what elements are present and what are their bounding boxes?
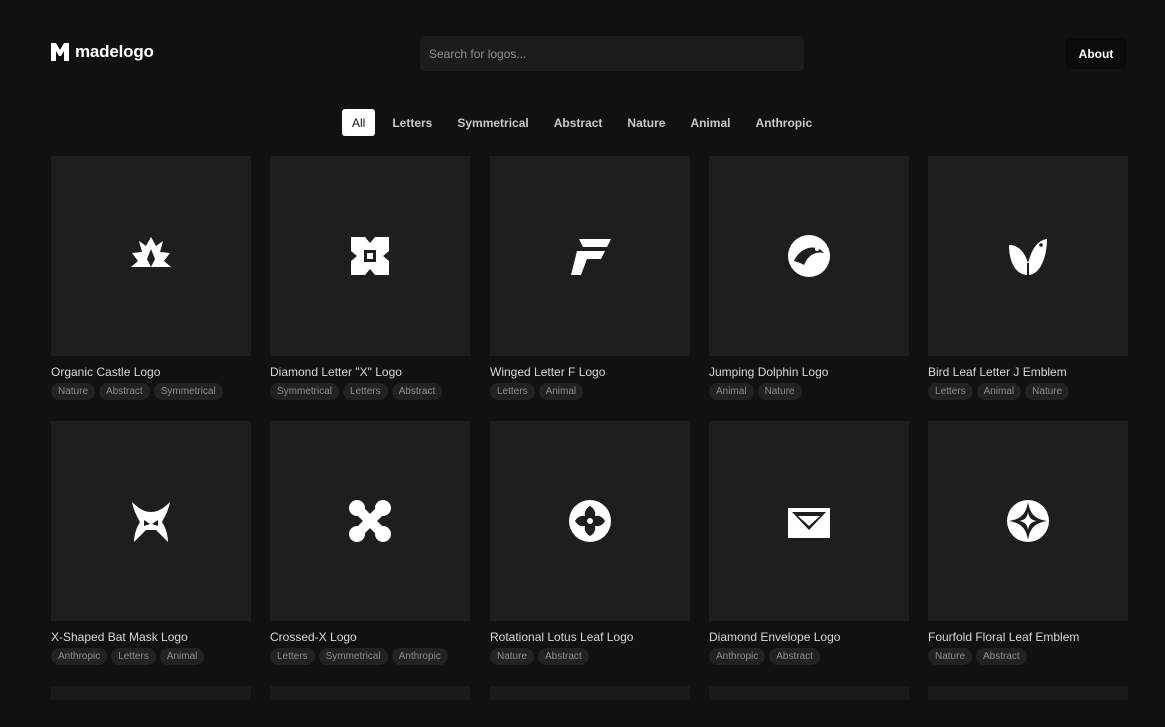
logo-thumbnail[interactable] — [270, 421, 470, 621]
tag-letters[interactable]: Letters — [343, 383, 388, 400]
tag-letters[interactable]: Letters — [490, 383, 535, 400]
tag-nature[interactable]: Nature — [51, 383, 96, 400]
tag-symmetrical[interactable]: Symmetrical — [270, 383, 340, 400]
tag-letters[interactable]: Letters — [111, 648, 156, 665]
tag-abstract[interactable]: Abstract — [99, 383, 150, 400]
logo-tags: Anthropic Letters Animal — [51, 648, 251, 665]
tag-anthropic[interactable]: Anthropic — [709, 648, 766, 665]
card-partial — [709, 686, 909, 700]
diamond-x-icon — [351, 237, 389, 275]
tag-anthropic[interactable]: Anthropic — [51, 648, 108, 665]
logo-card[interactable]: Crossed-X Logo Letters Symmetrical Anthropi… — [270, 421, 470, 665]
logo-title[interactable]: Fourfold Floral Leaf Emblem — [928, 630, 1128, 644]
logo-title[interactable]: Diamond Letter "X" Logo — [270, 365, 470, 379]
logo-tags: Symmetrical Letters Abstract — [270, 383, 470, 400]
madelogo-logo-icon — [51, 43, 69, 61]
logo-title[interactable]: Crossed-X Logo — [270, 630, 470, 644]
filter-tab-symmetrical[interactable]: Symmetrical — [449, 109, 536, 136]
logo-tags: Nature Abstract — [490, 648, 690, 665]
logo-thumbnail[interactable] — [490, 156, 690, 356]
logo-card[interactable]: Diamond Envelope Logo Anthropic Abstract — [709, 421, 909, 665]
tag-anthropic[interactable]: Anthropic — [391, 648, 448, 665]
logo-tags: Animal Nature — [709, 383, 909, 400]
logo-card[interactable]: Bird Leaf Letter J Emblem Letters Animal Na… — [928, 156, 1128, 400]
tag-letters[interactable]: Letters — [270, 648, 315, 665]
logo-tags: Letters Symmetrical Anthropic — [270, 648, 470, 665]
logo-card[interactable]: Winged Letter F Logo Letters Animal — [490, 156, 690, 400]
bird-leaf-icon — [1009, 239, 1047, 275]
filter-tab-abstract[interactable]: Abstract — [546, 109, 611, 136]
filter-tab-nature[interactable]: Nature — [619, 109, 673, 136]
logo-card[interactable]: Jumping Dolphin Logo Animal Nature — [709, 156, 909, 400]
logo-thumbnail[interactable] — [709, 156, 909, 356]
floral-icon — [1007, 500, 1049, 542]
logo-title[interactable]: Rotational Lotus Leaf Logo — [490, 630, 690, 644]
brand[interactable]: madelogo — [51, 42, 154, 62]
logo-thumbnail[interactable] — [928, 421, 1128, 621]
tag-abstract[interactable]: Abstract — [391, 383, 443, 400]
winged-f-icon — [571, 239, 611, 275]
card-partial — [51, 686, 251, 700]
bat-mask-icon — [132, 502, 170, 542]
tag-symmetrical[interactable]: Symmetrical — [318, 648, 388, 665]
logo-title[interactable]: X-Shaped Bat Mask Logo — [51, 630, 251, 644]
logo-title[interactable]: Winged Letter F Logo — [490, 365, 690, 379]
logo-title[interactable]: Organic Castle Logo — [51, 365, 251, 379]
logo-thumbnail[interactable] — [709, 421, 909, 621]
filter-tab-letters[interactable]: Letters — [384, 109, 440, 136]
tag-abstract[interactable]: Abstract — [976, 648, 1027, 665]
logo-card[interactable]: Organic Castle Logo Nature Abstract Symmetr… — [51, 156, 251, 400]
logo-card[interactable]: Fourfold Floral Leaf Emblem Nature Abstrac… — [928, 421, 1128, 665]
tag-abstract[interactable]: Abstract — [538, 648, 589, 665]
organic-castle-icon — [131, 237, 171, 267]
tag-abstract[interactable]: Abstract — [769, 648, 820, 665]
filter-tab-all[interactable]: All — [342, 109, 376, 136]
tag-animal[interactable]: Animal — [538, 383, 584, 400]
logo-title[interactable]: Diamond Envelope Logo — [709, 630, 909, 644]
card-partial — [928, 686, 1128, 700]
logo-thumbnail[interactable] — [490, 421, 690, 621]
logo-card[interactable]: X-Shaped Bat Mask Logo Anthropic Letters An… — [51, 421, 251, 665]
tag-symmetrical[interactable]: Symmetrical — [153, 383, 223, 400]
search-input[interactable]: Search for logos... — [420, 36, 804, 71]
logo-card[interactable]: Rotational Lotus Leaf Logo Nature Abstract — [490, 421, 690, 665]
crossed-x-icon — [349, 500, 391, 542]
logo-tags: Anthropic Abstract — [709, 648, 909, 665]
logo-thumbnail[interactable] — [270, 156, 470, 356]
tag-animal[interactable]: Animal — [976, 383, 1022, 400]
brand-name: madelogo — [75, 42, 154, 61]
envelope-icon — [788, 508, 830, 538]
tag-letters[interactable]: Letters — [928, 383, 973, 400]
filter-tab-animal[interactable]: Animal — [682, 109, 738, 136]
tag-nature[interactable]: Nature — [1025, 383, 1070, 400]
tag-nature[interactable]: Nature — [928, 648, 973, 665]
dolphin-icon — [788, 235, 830, 277]
tag-animal[interactable]: Animal — [709, 383, 754, 400]
lotus-icon — [569, 500, 611, 542]
logo-tags: Letters Animal — [490, 383, 690, 400]
about-button[interactable]: About — [1066, 38, 1126, 69]
logo-thumbnail[interactable] — [51, 421, 251, 621]
logo-title[interactable]: Jumping Dolphin Logo — [709, 365, 909, 379]
card-partial — [270, 686, 470, 700]
logo-thumbnail[interactable] — [928, 156, 1128, 356]
logo-title[interactable]: Bird Leaf Letter J Emblem — [928, 365, 1128, 379]
tag-nature[interactable]: Nature — [757, 383, 802, 400]
logo-thumbnail[interactable] — [51, 156, 251, 356]
category-filters: All Letters Symmetrical Abstract Nature Anima… — [342, 109, 829, 136]
filter-tab-anthropic[interactable]: Anthropic — [747, 109, 820, 136]
tag-animal[interactable]: Animal — [159, 648, 205, 665]
tag-nature[interactable]: Nature — [490, 648, 535, 665]
logo-tags: Letters Animal Nature — [928, 383, 1128, 400]
logo-card[interactable]: Diamond Letter "X" Logo Symmetrical Letter… — [270, 156, 470, 400]
logo-tags: Nature Abstract — [928, 648, 1128, 665]
search-placeholder: Search for logos... — [429, 46, 527, 61]
card-partial — [490, 686, 690, 700]
logo-tags: Nature Abstract Symmetrical — [51, 383, 251, 400]
top-bar: madelogo Search for logos... About — [0, 0, 1165, 108]
